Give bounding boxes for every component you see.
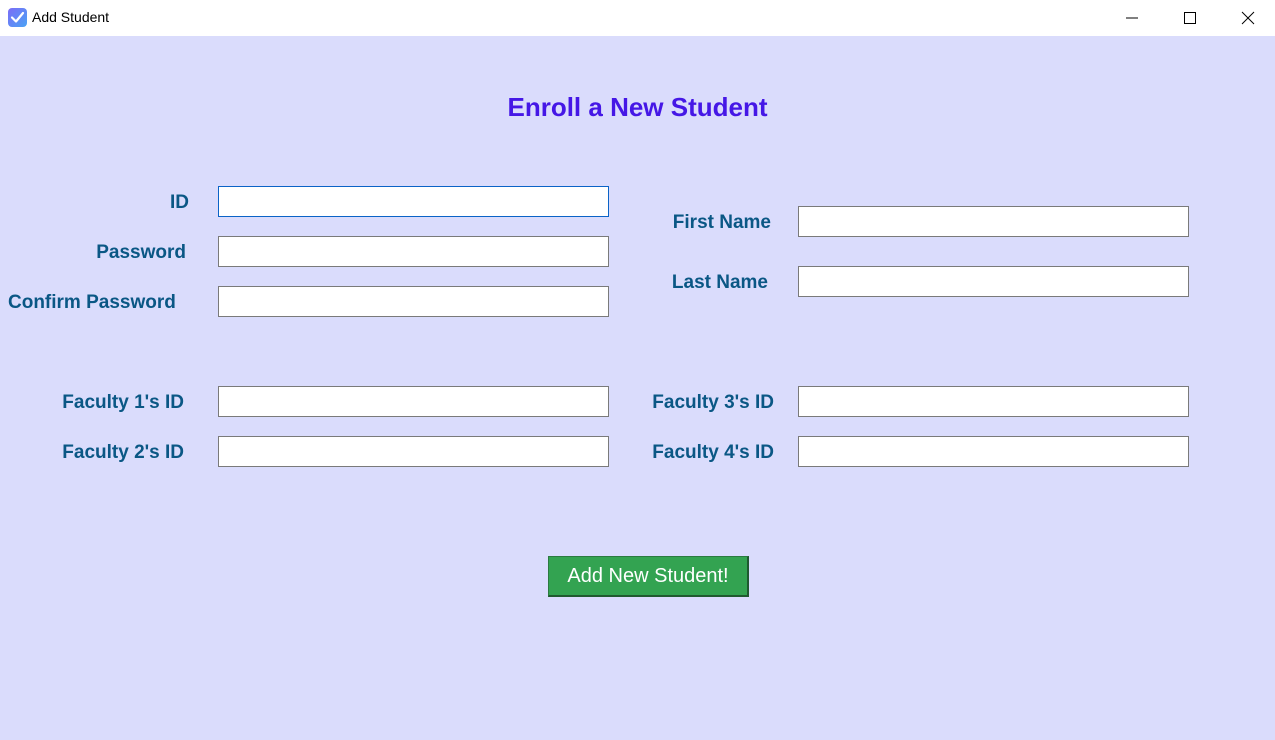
password-label: Password [96, 242, 186, 263]
maximize-button[interactable] [1160, 0, 1218, 36]
checkbox-app-icon [8, 8, 27, 27]
confirm-password-label: Confirm Password [8, 292, 176, 313]
close-button[interactable] [1218, 0, 1275, 36]
faculty-2-id-input[interactable] [218, 436, 609, 467]
faculty-2-id-label: Faculty 2's ID [62, 442, 184, 463]
faculty-1-id-label: Faculty 1's ID [62, 392, 184, 413]
first-name-input[interactable] [798, 206, 1189, 237]
faculty-3-id-label: Faculty 3's ID [652, 392, 774, 413]
faculty-4-id-label: Faculty 4's ID [652, 442, 774, 463]
maximize-icon [1184, 12, 1196, 24]
close-icon [1241, 11, 1255, 25]
window-title: Add Student [32, 9, 110, 25]
title-bar[interactable]: Add Student [0, 0, 1275, 36]
faculty-1-id-input[interactable] [218, 386, 609, 417]
id-label: ID [170, 192, 189, 213]
form-heading: Enroll a New Student [507, 92, 768, 122]
minimize-button[interactable] [1102, 0, 1160, 36]
faculty-3-id-input[interactable] [798, 386, 1189, 417]
last-name-input[interactable] [798, 266, 1189, 297]
last-name-label: Last Name [671, 272, 768, 293]
add-student-window: Add Student Enroll a New Student ID Pass… [0, 0, 1275, 740]
faculty-4-id-input[interactable] [798, 436, 1189, 467]
password-input[interactable] [218, 236, 609, 267]
confirm-password-input[interactable] [218, 286, 609, 317]
minimize-icon [1126, 17, 1138, 19]
first-name-label: First Name [672, 212, 771, 233]
id-input[interactable] [218, 186, 609, 217]
add-new-student-button[interactable]: Add New Student! [548, 556, 749, 597]
